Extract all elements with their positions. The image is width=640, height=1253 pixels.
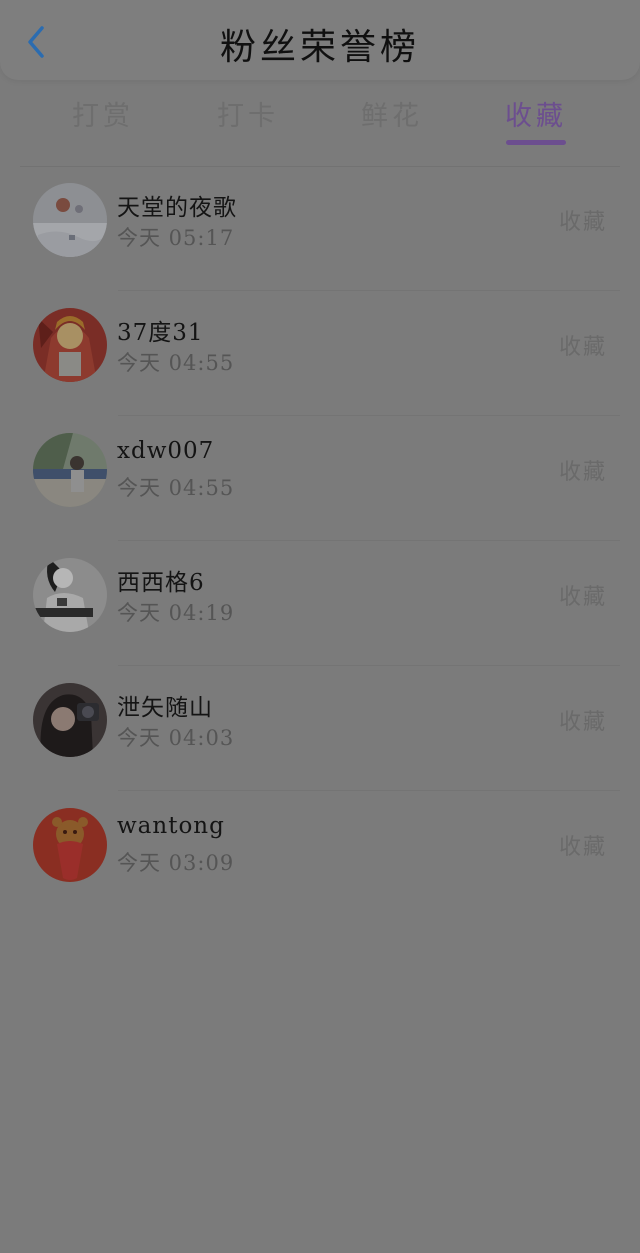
list-item[interactable]: 西西格6 今天 04:19 收藏 [0,541,640,666]
avatar[interactable] [33,808,107,882]
action-label: 收藏 [558,710,607,735]
fan-list: 天堂的夜歌 今天 05:17 收藏 37度31 今天 04:55 收藏 xdw0… [0,166,640,916]
avatar[interactable] [33,683,107,757]
action-label: 收藏 [558,210,607,235]
timestamp: 今天 04:19 [117,601,235,625]
active-tab-indicator [506,140,566,145]
timestamp: 今天 03:09 [117,851,235,875]
user-name: 37度31 [117,320,204,346]
timestamp: 今天 04:55 [117,351,235,375]
tab-dashang[interactable]: 打赏 [43,94,163,133]
avatar[interactable] [33,308,107,382]
action-label: 收藏 [558,460,607,485]
tab-bar: 打赏 打卡 鲜花 收藏 [0,88,640,158]
list-item[interactable]: 泄矢随山 今天 04:03 收藏 [0,666,640,791]
tab-xianhua[interactable]: 鲜花 [332,94,452,133]
list-item[interactable]: wantong 今天 03:09 收藏 [0,791,640,916]
avatar[interactable] [33,433,107,507]
action-label: 收藏 [558,335,607,360]
user-name: 泄矢随山 [117,695,213,721]
user-name: wantong [117,813,225,839]
list-item[interactable]: 37度31 今天 04:55 收藏 [0,291,640,416]
tab-daka[interactable]: 打卡 [188,94,308,133]
user-name: 西西格6 [117,570,205,596]
action-label: 收藏 [558,835,607,860]
timestamp: 今天 05:17 [117,226,235,250]
user-name: xdw007 [117,438,215,464]
page-title: 粉丝荣誉榜 [219,27,420,68]
tab-shoucang[interactable]: 收藏 [476,94,596,133]
user-name: 天堂的夜歌 [117,195,237,221]
list-item[interactable]: 天堂的夜歌 今天 05:17 收藏 [0,166,640,291]
avatar[interactable] [33,558,107,632]
timestamp: 今天 04:03 [117,726,235,750]
avatar[interactable] [33,183,107,257]
top-bar: 粉丝荣誉榜 [0,0,640,80]
list-item[interactable]: xdw007 今天 04:55 收藏 [0,416,640,541]
action-label: 收藏 [558,585,607,610]
timestamp: 今天 04:55 [117,476,235,500]
